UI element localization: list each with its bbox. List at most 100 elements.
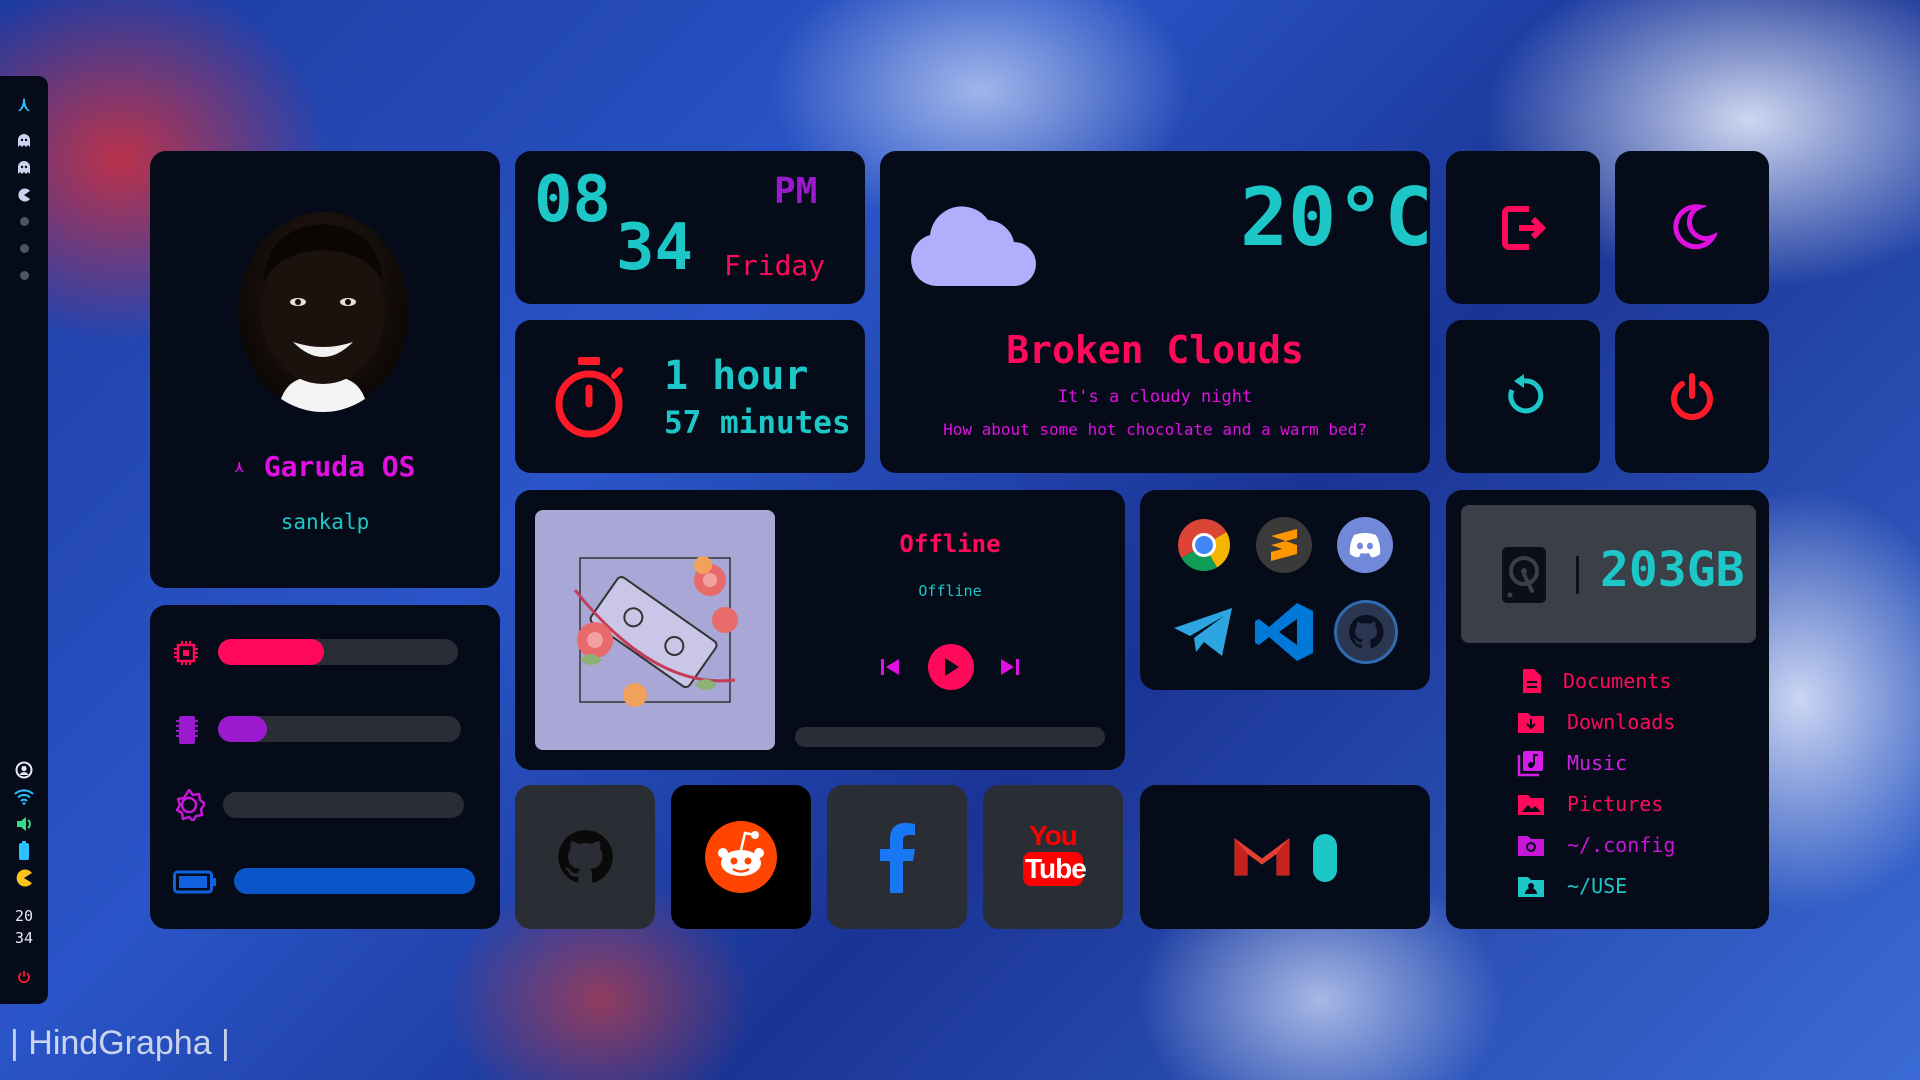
battery-bar-fill	[234, 868, 475, 894]
play-icon	[945, 658, 959, 676]
sidebar: ⋏ 20 34	[0, 76, 48, 1004]
folder-item-documents[interactable]: Documents	[1517, 660, 1757, 701]
facebook-icon	[880, 823, 915, 893]
weather-condition: Broken Clouds	[1006, 328, 1304, 372]
battery-icon	[173, 870, 216, 894]
watermark: | HindGrapha |	[10, 1024, 230, 1062]
harddisk-icon	[1502, 547, 1546, 603]
gmail-icon	[1234, 838, 1290, 876]
workspace-dot[interactable]	[19, 244, 29, 253]
os-name-row: ⋏ Garuda OS	[150, 450, 500, 483]
youtube-icon: You Tube	[1023, 820, 1087, 886]
github-app-icon[interactable]	[1334, 600, 1398, 664]
profile-icon[interactable]	[15, 756, 33, 783]
restart-icon	[1508, 374, 1544, 414]
garuda-logo-icon[interactable]: ⋏	[18, 90, 30, 117]
garuda-icon: ⋏	[234, 457, 245, 476]
logout-button[interactable]	[1446, 151, 1600, 304]
folder-list: Documents Downloads Music Pictures ~/.co…	[1517, 660, 1757, 906]
shutdown-button[interactable]	[1615, 320, 1769, 473]
uptime-hours: 1 hour	[664, 353, 809, 399]
stopwatch-icon	[552, 354, 626, 440]
disk-size: 203GB	[1600, 542, 1745, 598]
pacman-icon[interactable]	[15, 864, 33, 891]
wifi-icon[interactable]	[14, 783, 34, 810]
previous-track-button[interactable]	[879, 657, 901, 677]
music-progress-bar[interactable]	[795, 727, 1105, 747]
clock-day: Friday	[724, 249, 826, 282]
user-folder-icon	[1518, 876, 1544, 897]
music-artist: Offline	[918, 582, 982, 600]
os-name: Garuda OS	[263, 450, 416, 483]
ram-icon	[176, 716, 198, 744]
telegram-icon[interactable]	[1172, 602, 1236, 662]
weather-temperature: 20°C	[1240, 171, 1433, 264]
folder-item-music[interactable]: Music	[1517, 742, 1757, 783]
vscode-icon[interactable]	[1252, 600, 1316, 664]
workspace-dot[interactable]	[19, 271, 29, 280]
sublime-text-icon[interactable]	[1256, 517, 1312, 573]
folder-item-pictures[interactable]: Pictures	[1517, 783, 1757, 824]
mail-count-indicator	[1313, 834, 1337, 882]
logout-icon	[1502, 206, 1547, 250]
brightness-icon	[175, 789, 205, 821]
reddit-icon	[705, 821, 777, 893]
disk-separator	[1576, 556, 1579, 594]
ram-bar-fill	[218, 716, 267, 742]
uptime-minutes: 57 minutes	[664, 405, 851, 441]
brightness-bar	[223, 792, 464, 818]
github-link[interactable]	[515, 785, 655, 929]
youtube-link[interactable]: You Tube	[983, 785, 1123, 929]
github-icon	[558, 830, 613, 883]
clock-hour: 08	[534, 163, 612, 237]
youtube-you: You	[1029, 820, 1078, 851]
discord-icon[interactable]	[1337, 517, 1393, 573]
music-title: Offline	[899, 530, 1001, 558]
weather-line2: How about some hot chocolate and a warm …	[943, 420, 1367, 439]
reddit-link[interactable]	[671, 785, 811, 929]
restart-button[interactable]	[1446, 320, 1600, 473]
album-art	[535, 510, 775, 750]
weather-line1: It's a cloudy night	[1057, 387, 1253, 407]
document-icon	[1523, 668, 1541, 693]
chrome-icon[interactable]	[1176, 517, 1232, 573]
cpu-bar	[218, 639, 458, 665]
mail-card[interactable]	[1140, 785, 1430, 929]
battery-icon[interactable]	[18, 837, 30, 864]
clock-minute: 34	[616, 211, 694, 285]
cloud-icon	[908, 190, 1040, 290]
battery-bar	[234, 868, 475, 894]
username: sankalp	[280, 510, 370, 534]
sidebar-clock-minute: 34	[14, 929, 34, 947]
clock-ampm: PM	[774, 171, 818, 212]
power-icon	[1671, 373, 1713, 420]
youtube-tube: Tube	[1023, 852, 1087, 886]
folder-item-use[interactable]: ~/USE	[1517, 865, 1757, 906]
next-track-button[interactable]	[999, 657, 1021, 677]
workspace-dot[interactable]	[19, 217, 29, 226]
cpu-bar-fill	[218, 639, 324, 665]
folder-label: ~/USE	[1567, 873, 1628, 898]
config-folder-icon	[1518, 835, 1544, 856]
avatar	[238, 212, 408, 412]
folder-item-config[interactable]: ~/.config	[1517, 824, 1757, 865]
power-icon[interactable]	[17, 963, 31, 990]
ghost-icon[interactable]	[17, 127, 31, 154]
moon-icon	[1673, 204, 1717, 250]
folder-label: Pictures	[1567, 791, 1664, 816]
volume-icon[interactable]	[15, 810, 33, 837]
play-button[interactable]	[928, 644, 974, 690]
ghost-icon[interactable]	[17, 154, 31, 181]
cpu-icon	[174, 641, 198, 665]
folder-label: ~/.config	[1567, 832, 1676, 857]
folder-label: Music	[1567, 750, 1628, 775]
download-folder-icon	[1518, 712, 1544, 733]
folder-label: Downloads	[1567, 709, 1676, 734]
sidebar-clock-hour: 20	[14, 907, 34, 925]
pacman-icon[interactable]	[17, 181, 31, 208]
sleep-button[interactable]	[1615, 151, 1769, 304]
folder-item-downloads[interactable]: Downloads	[1517, 701, 1757, 742]
sidebar-clock: 20 34	[15, 905, 33, 949]
folder-label: Documents	[1563, 668, 1672, 693]
facebook-link[interactable]	[827, 785, 967, 929]
